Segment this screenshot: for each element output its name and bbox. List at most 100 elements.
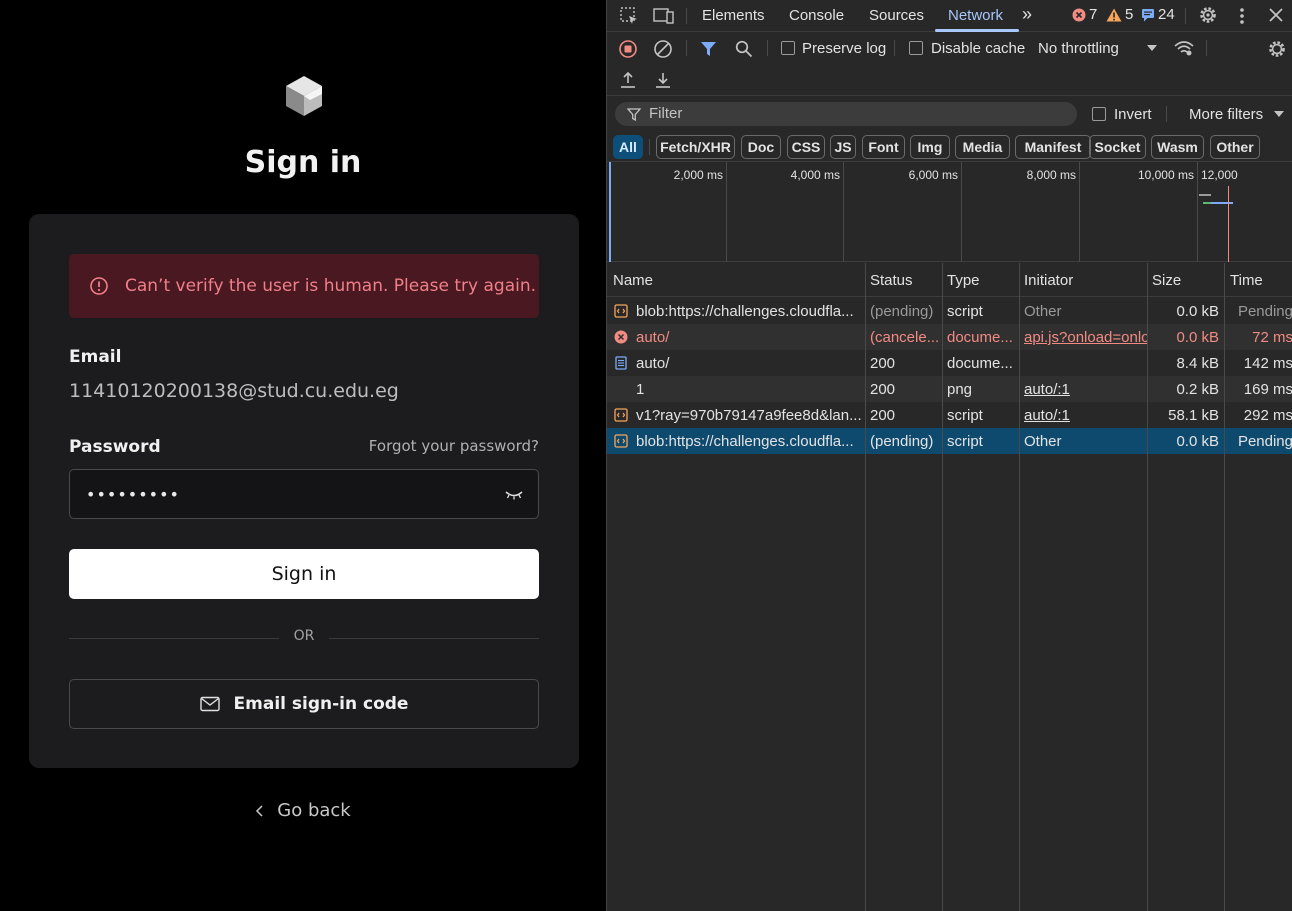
col-type[interactable]: Type bbox=[947, 272, 980, 289]
chip-all[interactable]: All bbox=[613, 135, 643, 159]
chip-other[interactable]: Other bbox=[1210, 135, 1260, 159]
chip-img[interactable]: Img bbox=[910, 135, 950, 159]
column-divider[interactable] bbox=[1224, 263, 1225, 911]
forgot-password-link[interactable]: Forgot your password? bbox=[369, 437, 539, 455]
email-sign-in-code-button[interactable]: Email sign-in code bbox=[69, 679, 539, 729]
eye-closed-icon[interactable] bbox=[504, 486, 524, 502]
disable-cache-checkbox[interactable] bbox=[909, 41, 923, 55]
more-filters-button[interactable]: More filters bbox=[1189, 106, 1263, 123]
table-row[interactable]: blob:https://challenges.cloudfla... (pen… bbox=[607, 298, 1292, 324]
column-divider[interactable] bbox=[942, 263, 943, 911]
table-row[interactable]: auto/ (cancele... docume... api.js?onloa… bbox=[607, 324, 1292, 350]
filter-funnel-icon[interactable] bbox=[700, 41, 717, 57]
more-tabs-icon[interactable]: » bbox=[1022, 4, 1032, 25]
dropdown-arrow-icon[interactable] bbox=[1274, 111, 1284, 117]
tab-elements[interactable]: Elements bbox=[702, 7, 765, 24]
timeline-bar bbox=[1199, 194, 1211, 196]
row-time: 142 ms bbox=[1243, 355, 1292, 372]
chip-fetch-xhr[interactable]: Fetch/XHR bbox=[656, 135, 735, 159]
stop-recording-icon[interactable] bbox=[619, 40, 637, 58]
network-conditions-wifi-icon[interactable] bbox=[1174, 40, 1194, 56]
error-message: Can’t verify the user is human. Please t… bbox=[125, 276, 537, 296]
col-time[interactable]: Time bbox=[1230, 272, 1263, 289]
throttling-select[interactable]: No throttling bbox=[1038, 40, 1119, 57]
table-row[interactable]: v1?ray=970b79147a9fee8d&lan... 200 scrip… bbox=[607, 402, 1292, 428]
row-initiator-link[interactable]: auto/:1 bbox=[1024, 407, 1148, 424]
inspect-element-icon[interactable] bbox=[619, 6, 639, 26]
column-divider[interactable] bbox=[1019, 263, 1020, 911]
preserve-log-checkbox[interactable] bbox=[781, 41, 795, 55]
error-alert: Can’t verify the user is human. Please t… bbox=[69, 254, 539, 318]
chip-css[interactable]: CSS bbox=[787, 135, 825, 159]
row-status: (pending) bbox=[870, 433, 934, 450]
row-size: 0.2 kB bbox=[1176, 381, 1219, 398]
message-count[interactable]: 24 bbox=[1141, 6, 1175, 23]
row-type: script bbox=[947, 407, 983, 424]
message-count-text: 24 bbox=[1158, 6, 1175, 23]
chip-socket[interactable]: Socket bbox=[1089, 135, 1146, 159]
chip-js[interactable]: JS bbox=[830, 135, 856, 159]
search-icon[interactable] bbox=[735, 40, 753, 58]
password-input[interactable]: ••••••••• bbox=[69, 469, 539, 519]
error-count[interactable]: 7 bbox=[1072, 6, 1097, 23]
column-divider[interactable] bbox=[1147, 263, 1148, 911]
warning-count-text: 5 bbox=[1125, 6, 1134, 23]
row-name: auto/ bbox=[636, 355, 670, 372]
timeline-label: 10,000 ms bbox=[1137, 168, 1194, 182]
email-value: 11410120200138@stud.cu.edu.eg bbox=[69, 380, 399, 402]
tab-sources[interactable]: Sources bbox=[869, 7, 924, 24]
row-size: 58.1 kB bbox=[1168, 407, 1219, 424]
tab-console[interactable]: Console bbox=[789, 7, 844, 24]
col-initiator[interactable]: Initiator bbox=[1024, 272, 1073, 289]
table-row-selected[interactable]: blob:https://challenges.cloudfla... (pen… bbox=[607, 428, 1292, 454]
password-mask: ••••••••• bbox=[86, 484, 180, 504]
sign-in-button[interactable]: Sign in bbox=[69, 549, 539, 599]
row-time: Pending bbox=[1237, 303, 1292, 320]
close-icon[interactable] bbox=[1268, 7, 1284, 23]
row-time: 169 ms bbox=[1243, 381, 1292, 398]
tab-network[interactable]: Network bbox=[948, 7, 1003, 24]
device-toolbar-icon[interactable] bbox=[653, 6, 675, 26]
script-file-icon bbox=[614, 408, 628, 422]
go-back-link[interactable]: Go back bbox=[0, 800, 606, 821]
network-settings-gear-icon[interactable] bbox=[1267, 39, 1287, 59]
settings-gear-icon[interactable] bbox=[1198, 5, 1218, 25]
row-name: auto/ bbox=[636, 329, 670, 346]
row-initiator-link[interactable]: auto/:1 bbox=[1024, 381, 1148, 398]
network-timeline-overview[interactable]: 2,000 ms 4,000 ms 6,000 ms 8,000 ms 10,0… bbox=[607, 162, 1292, 262]
error-circle-icon bbox=[614, 330, 628, 344]
signin-page: Sign in Can’t verify the user is human. … bbox=[0, 0, 606, 911]
row-size: 0.0 kB bbox=[1176, 303, 1219, 320]
row-initiator-link[interactable]: api.js?onload=onlo bbox=[1024, 329, 1148, 346]
timeline-left-handle[interactable] bbox=[609, 162, 611, 262]
chip-doc[interactable]: Doc bbox=[741, 135, 781, 159]
or-divider: OR bbox=[69, 628, 539, 648]
warning-count[interactable]: 5 bbox=[1106, 6, 1133, 23]
error-icon bbox=[1072, 8, 1086, 21]
row-type: script bbox=[947, 303, 983, 320]
warning-icon bbox=[1106, 8, 1122, 21]
kebab-menu-icon[interactable] bbox=[1237, 6, 1247, 26]
dropdown-arrow-icon[interactable] bbox=[1147, 45, 1157, 51]
mail-icon bbox=[199, 696, 220, 712]
chip-font[interactable]: Font bbox=[862, 135, 905, 159]
devtools-panel: Elements Console Sources Network » 7 5 2… bbox=[606, 0, 1292, 911]
chip-manifest[interactable]: Manifest bbox=[1015, 135, 1091, 159]
column-divider[interactable] bbox=[865, 263, 866, 911]
filter-input[interactable] bbox=[615, 102, 1077, 126]
chip-wasm[interactable]: Wasm bbox=[1151, 135, 1204, 159]
table-row[interactable]: auto/ 200 docume... 8.4 kB 142 ms bbox=[607, 350, 1292, 376]
col-name[interactable]: Name bbox=[613, 272, 653, 289]
script-file-icon bbox=[614, 304, 628, 318]
chip-media[interactable]: Media bbox=[955, 135, 1010, 159]
export-har-icon[interactable] bbox=[654, 71, 672, 89]
clear-icon[interactable] bbox=[654, 40, 672, 58]
table-row[interactable]: 1 200 png auto/:1 0.2 kB 169 ms bbox=[607, 376, 1292, 402]
import-har-icon[interactable] bbox=[619, 71, 637, 89]
col-status[interactable]: Status bbox=[870, 272, 913, 289]
invert-label: Invert bbox=[1114, 106, 1152, 123]
invert-checkbox[interactable] bbox=[1092, 107, 1106, 121]
row-name: blob:https://challenges.cloudfla... bbox=[636, 303, 854, 320]
col-size[interactable]: Size bbox=[1152, 272, 1181, 289]
timeline-label: 2,000 ms bbox=[673, 168, 723, 182]
